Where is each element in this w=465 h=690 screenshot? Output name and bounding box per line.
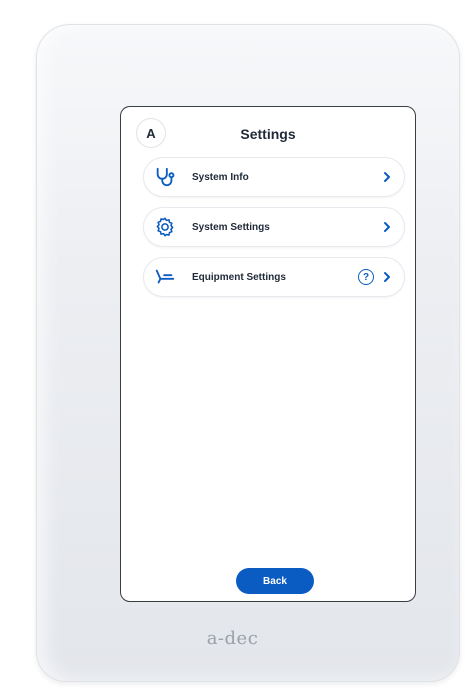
chevron-right-icon (380, 220, 394, 234)
menu-item-equipment-settings[interactable]: Equipment Settings ? (143, 257, 405, 297)
settings-menu: System Info System Settings Equipment Se… (143, 157, 405, 307)
gear-icon (152, 214, 178, 240)
menu-item-label: Equipment Settings (192, 271, 286, 283)
dental-chair-icon (152, 264, 178, 290)
chevron-right-icon (380, 270, 394, 284)
adec-logo: a-dec (206, 628, 259, 649)
touch-screen: A Settings System Info System Settings E… (120, 106, 416, 602)
help-icon[interactable]: ? (358, 269, 374, 285)
back-button[interactable]: Back (236, 568, 314, 594)
chevron-right-icon (380, 170, 394, 184)
menu-item-system-settings[interactable]: System Settings (143, 207, 405, 247)
page-title: Settings (240, 126, 296, 142)
stethoscope-icon (152, 164, 178, 190)
menu-item-label: System Info (192, 171, 249, 183)
menu-item-label: System Settings (192, 221, 270, 233)
menu-item-system-info[interactable]: System Info (143, 157, 405, 197)
